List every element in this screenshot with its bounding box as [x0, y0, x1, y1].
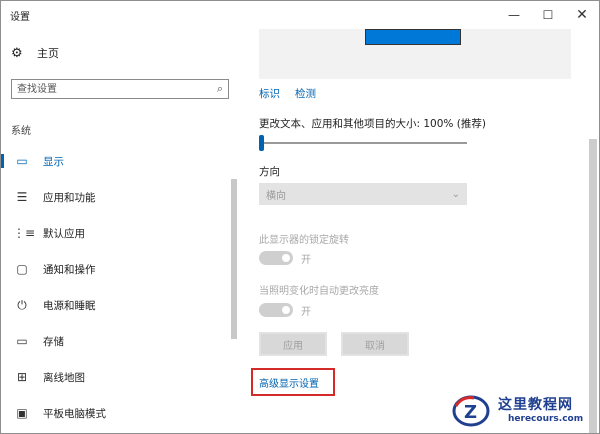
- map-icon: ⊞: [16, 370, 28, 384]
- search-input[interactable]: [17, 81, 207, 97]
- home-item[interactable]: ⚙ 主页: [11, 45, 59, 61]
- window-title: 设置: [10, 12, 30, 23]
- auto-brightness-state: 开: [301, 307, 311, 318]
- cancel-button[interactable]: 取消: [341, 332, 409, 356]
- default-apps-icon: ⋮≡: [13, 226, 36, 240]
- watermark-url: herecours.com: [508, 414, 584, 424]
- tablet-icon: ▣: [16, 406, 28, 420]
- sidebar-item-label: 离线地图: [43, 371, 85, 384]
- toggle-knob: [282, 254, 290, 262]
- sidebar-scrollbar[interactable]: [231, 179, 237, 339]
- detect-link[interactable]: 检测: [295, 86, 316, 101]
- main-scrollbar[interactable]: [589, 139, 597, 433]
- close-button[interactable]: ✕: [565, 1, 599, 29]
- orientation-dropdown[interactable]: 横向 ⌄: [259, 183, 467, 205]
- sidebar: ⚙ 主页 ⌕ 系统 ▭ 显示 ☰ 应用和功能 ⋮≡ 默认应用 ▢ 通知和操作 ⏻…: [1, 29, 237, 433]
- search-icon[interactable]: ⌕: [217, 82, 223, 96]
- toggle-knob: [282, 306, 290, 314]
- display-preview: [259, 29, 571, 79]
- sidebar-item-label: 电源和睡眠: [43, 299, 96, 312]
- home-label: 主页: [37, 47, 59, 60]
- scale-label: 更改文本、应用和其他项目的大小: 100% (推荐): [259, 118, 486, 130]
- identify-link[interactable]: 标识: [259, 86, 280, 101]
- gear-icon: ⚙: [11, 45, 23, 61]
- orientation-value: 横向: [266, 190, 286, 202]
- maximize-button[interactable]: ☐: [531, 1, 565, 29]
- sidebar-item-display[interactable]: ▭ 显示: [1, 146, 229, 176]
- power-icon: ⏻: [17, 297, 27, 312]
- notification-icon: ▢: [16, 262, 28, 276]
- scale-slider-thumb[interactable]: [259, 135, 264, 151]
- section-label: 系统: [11, 126, 31, 137]
- sidebar-item-label: 默认应用: [43, 227, 85, 240]
- sidebar-item-storage[interactable]: ▭ 存储: [1, 326, 229, 356]
- lock-rotation-toggle[interactable]: [259, 251, 293, 265]
- scale-slider-track[interactable]: [261, 142, 467, 144]
- watermark: Z 这里教程网 herecours.com: [450, 392, 596, 430]
- monitor-icon: ▭: [16, 154, 28, 168]
- sidebar-item-power[interactable]: ⏻ 电源和睡眠: [1, 290, 229, 320]
- lock-rotation-state: 开: [301, 255, 311, 266]
- lock-rotation-label: 此显示器的锁定旋转: [259, 235, 349, 246]
- sidebar-item-notifications[interactable]: ▢ 通知和操作: [1, 254, 229, 284]
- advanced-display-settings-link[interactable]: 高级显示设置: [259, 375, 319, 390]
- sidebar-item-apps[interactable]: ☰ 应用和功能: [1, 182, 229, 212]
- sidebar-item-label: 通知和操作: [43, 263, 96, 276]
- settings-window: 设置 — ☐ ✕ ⚙ 主页 ⌕ 系统 ▭ 显示 ☰ 应用和功能 ⋮≡ 默认应用 …: [0, 0, 600, 434]
- storage-icon: ▭: [16, 334, 28, 348]
- chevron-down-icon: ⌄: [451, 188, 460, 200]
- monitor-block[interactable]: [365, 29, 461, 45]
- minimize-button[interactable]: —: [497, 1, 531, 29]
- sidebar-item-label: 显示: [43, 155, 64, 168]
- orientation-label: 方向: [259, 166, 280, 178]
- sidebar-item-default-apps[interactable]: ⋮≡ 默认应用: [1, 218, 229, 248]
- sidebar-item-offline-maps[interactable]: ⊞ 离线地图: [1, 362, 229, 392]
- sidebar-item-label: 平板电脑模式: [43, 407, 106, 420]
- display-settings-panel: 标识 检测 更改文本、应用和其他项目的大小: 100% (推荐) 方向 横向 ⌄…: [239, 29, 599, 433]
- auto-brightness-toggle[interactable]: [259, 303, 293, 317]
- auto-brightness-label: 当照明变化时自动更改亮度: [259, 286, 379, 297]
- search-box[interactable]: ⌕: [11, 79, 229, 99]
- title-bar: 设置 — ☐ ✕: [1, 1, 599, 29]
- svg-text:Z: Z: [464, 402, 477, 423]
- sidebar-item-tablet-mode[interactable]: ▣ 平板电脑模式: [1, 398, 229, 428]
- sidebar-item-label: 应用和功能: [43, 191, 96, 204]
- apply-button[interactable]: 应用: [259, 332, 327, 356]
- sidebar-item-label: 存储: [43, 335, 64, 348]
- watermark-logo: Z: [452, 395, 490, 427]
- apps-list-icon: ☰: [16, 190, 28, 204]
- watermark-title: 这里教程网: [498, 397, 573, 413]
